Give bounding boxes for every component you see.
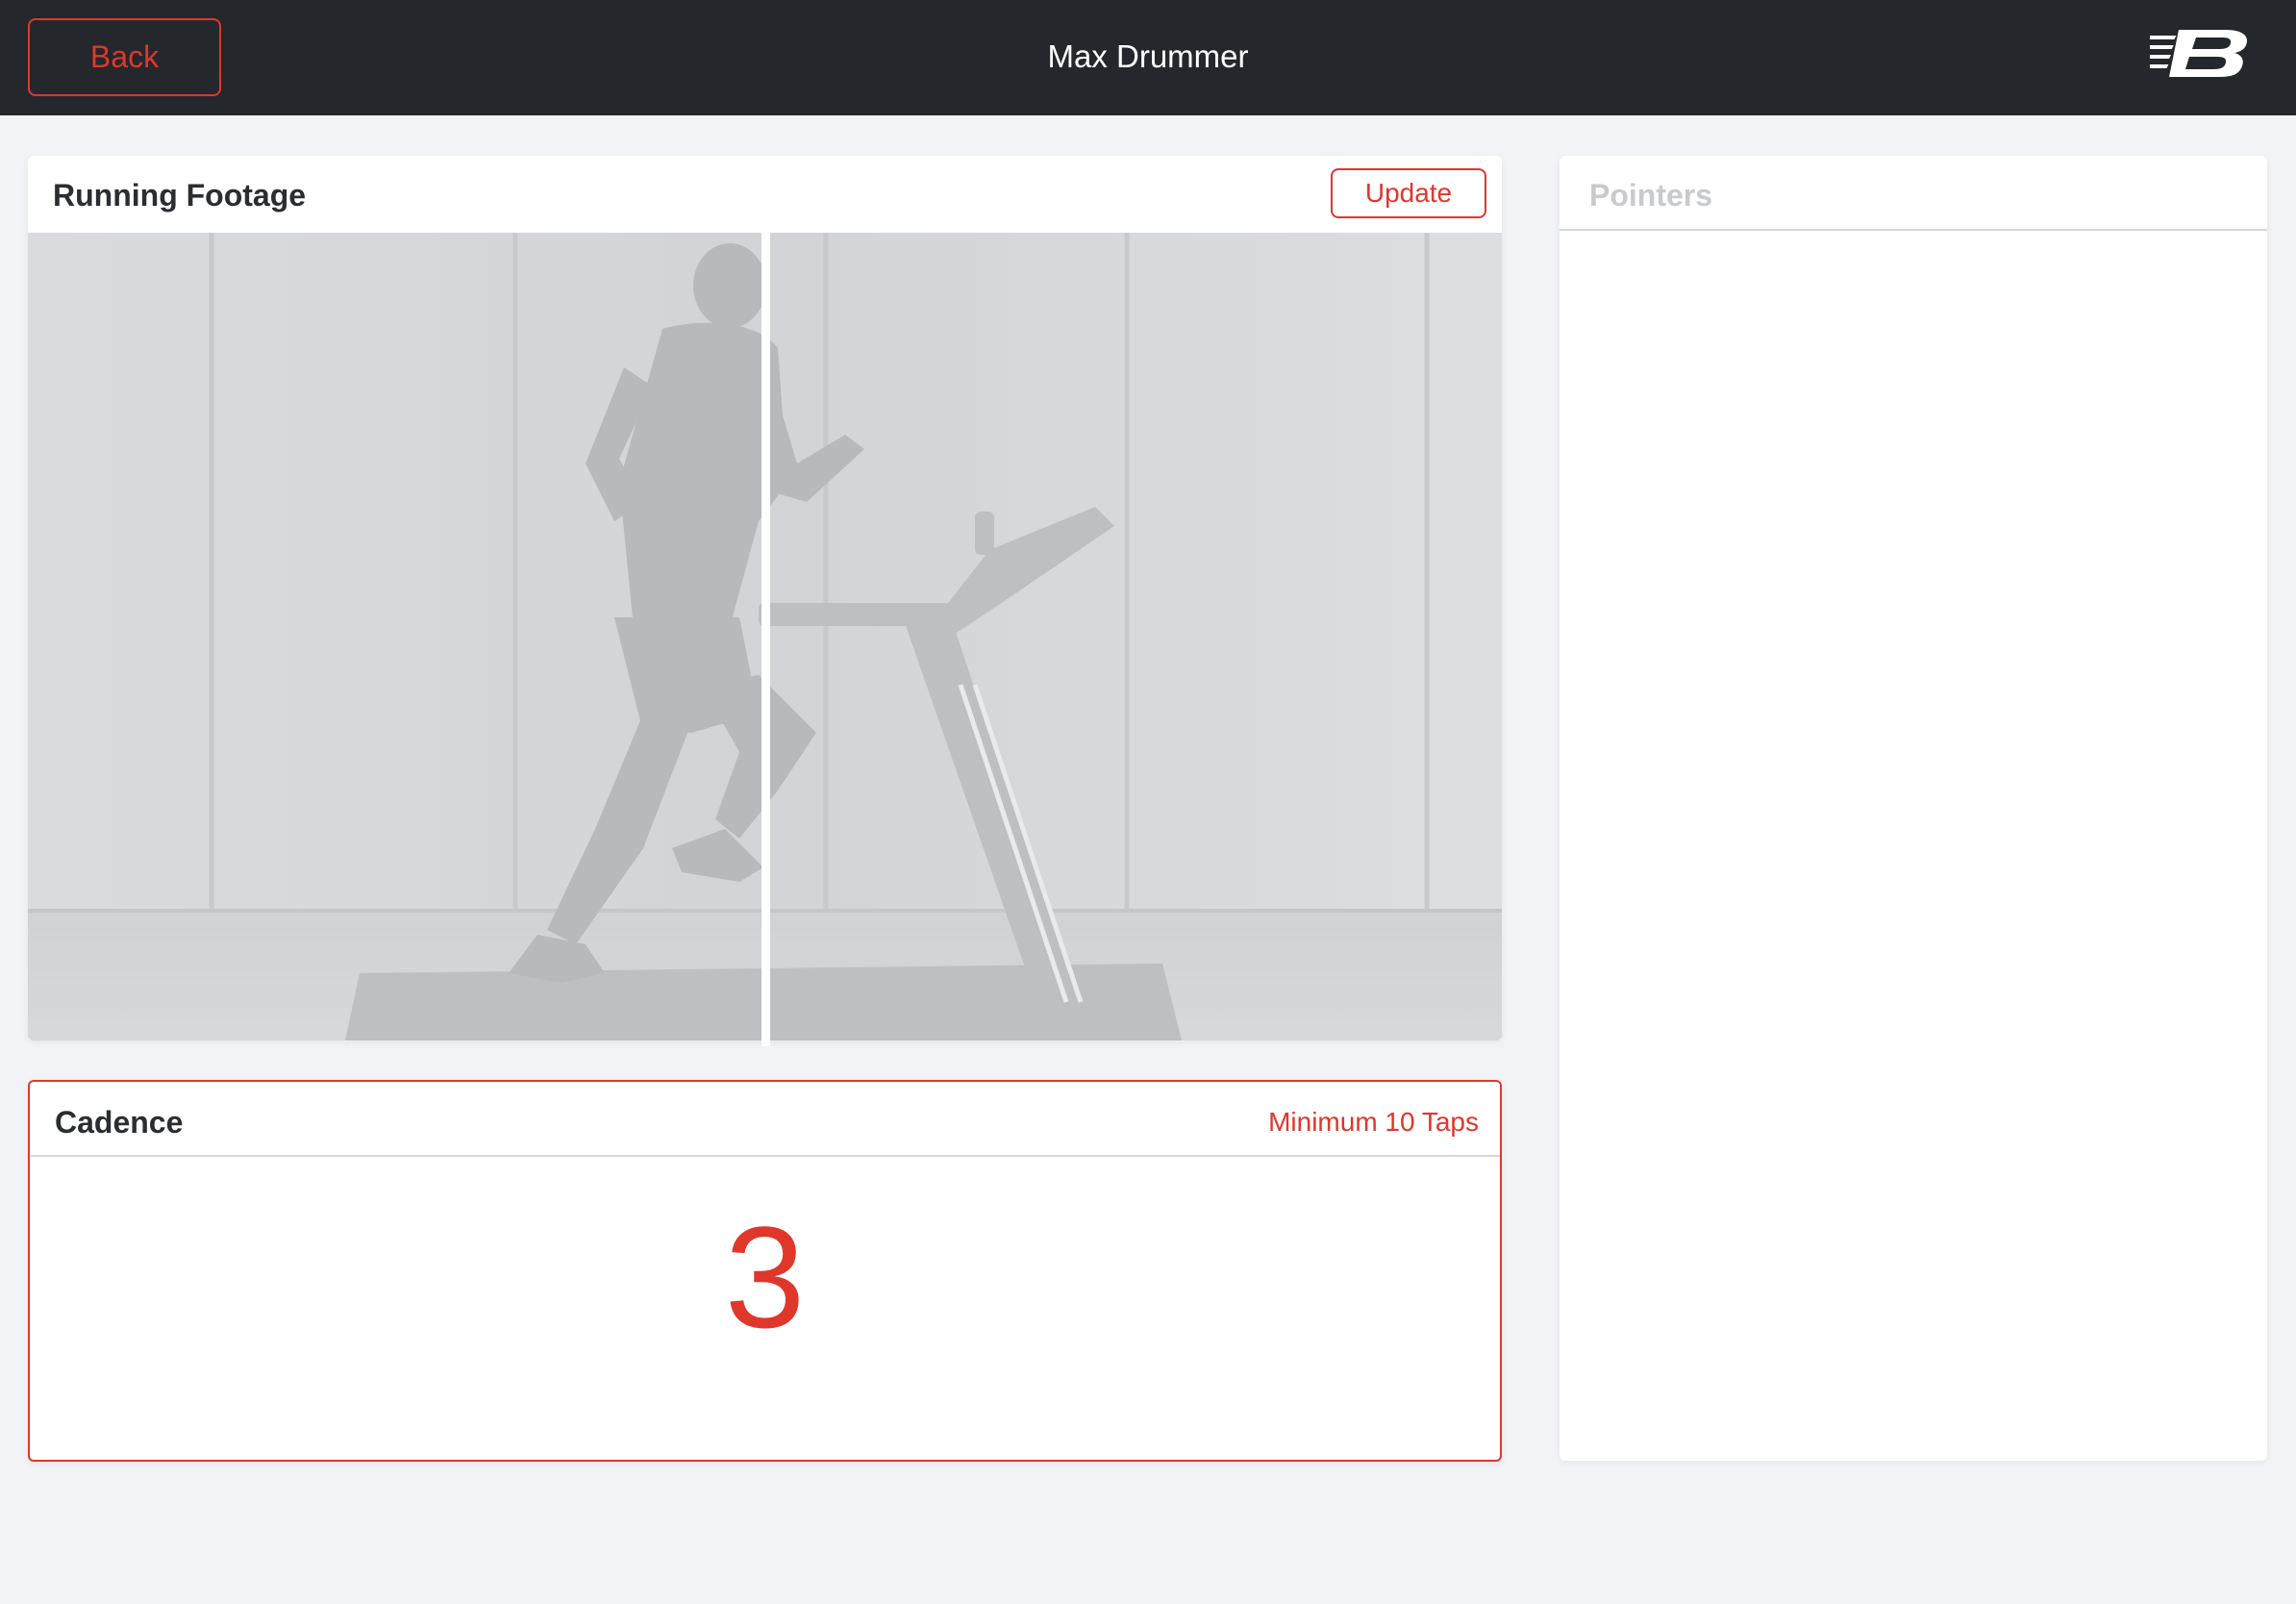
pointers-title: Pointers — [1589, 178, 1713, 213]
minimum-taps-hint: Minimum 10 Taps — [1268, 1107, 1479, 1137]
pointers-card: Pointers — [1560, 156, 2267, 1461]
new-balance-logo-icon — [2150, 30, 2248, 77]
cadence-title: Cadence — [55, 1105, 184, 1140]
pointers-divider — [1560, 229, 2267, 231]
page-title: Max Drummer — [1047, 38, 1249, 74]
cadence-card: Cadence Minimum 10 Taps 3 — [28, 1080, 1502, 1462]
tap-count: 3 — [724, 1196, 806, 1358]
update-button[interactable]: Update — [1331, 168, 1486, 218]
video-split-divider[interactable] — [761, 233, 770, 1046]
running-footage-title: Running Footage — [53, 178, 307, 213]
top-bar: Back Max Drummer — [0, 0, 2296, 115]
cadence-tap-area[interactable]: 3 — [30, 1157, 1500, 1462]
